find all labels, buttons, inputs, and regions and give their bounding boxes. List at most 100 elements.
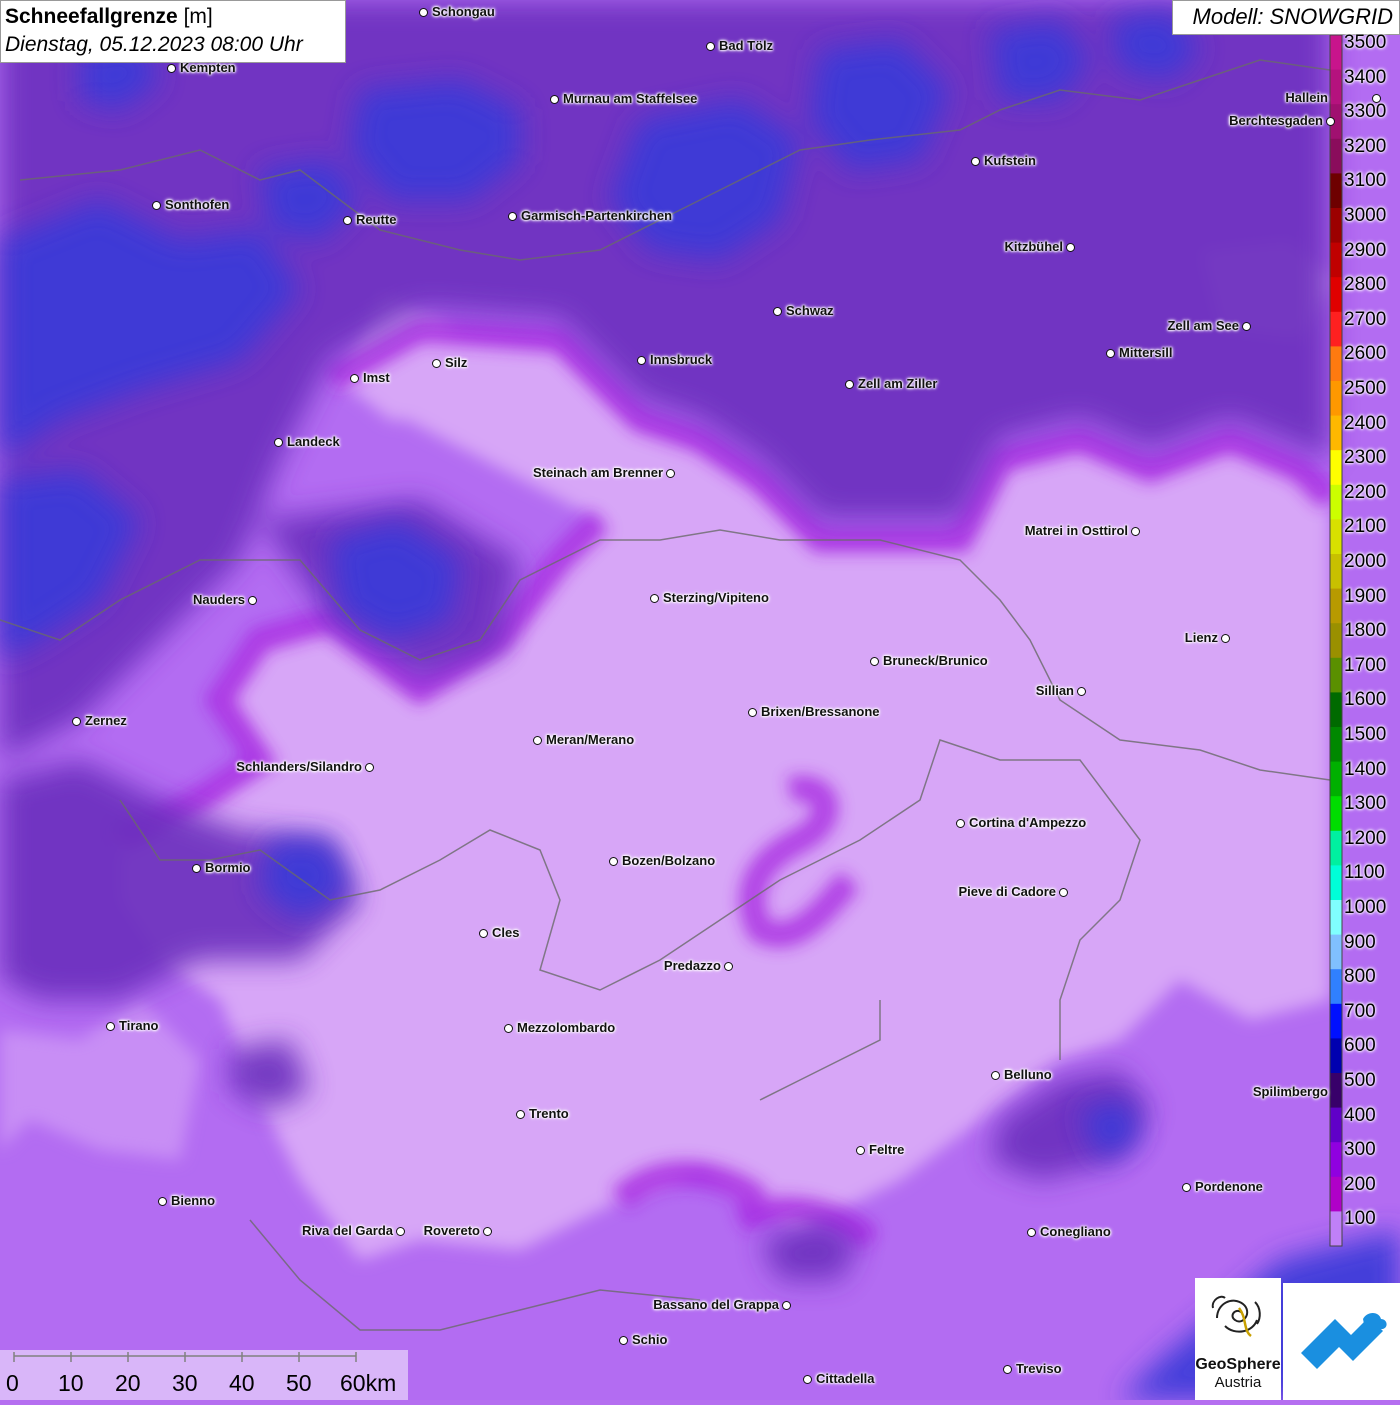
city-label: Steinach am Brenner <box>532 465 663 480</box>
legend-swatch <box>1330 865 1342 901</box>
legend-swatch <box>1330 242 1342 278</box>
city-label: Sillian <box>1035 683 1074 698</box>
legend-label: 2000 <box>1344 551 1387 572</box>
city-label: Garmisch-Partenkirchen <box>521 208 673 223</box>
city-marker <box>158 1197 167 1206</box>
legend-label: 200 <box>1344 1173 1376 1195</box>
city-marker <box>72 717 81 726</box>
legend-label: 1400 <box>1344 758 1387 780</box>
city-label: Kempten <box>180 60 236 75</box>
city-marker <box>1326 117 1335 126</box>
city-marker <box>1182 1183 1191 1192</box>
city-label: Trento <box>529 1106 569 1121</box>
legend-swatch <box>1330 277 1342 313</box>
city-label: Schongau <box>432 4 495 19</box>
city-marker <box>248 596 257 605</box>
legend-swatch <box>1330 346 1342 382</box>
city-marker <box>1221 634 1230 643</box>
legend-label: 3400 <box>1344 66 1387 88</box>
legend-label: 700 <box>1344 1000 1376 1022</box>
legend-swatch <box>1330 415 1342 451</box>
city-marker <box>343 216 352 225</box>
city-marker <box>748 708 757 717</box>
city-marker <box>773 307 782 316</box>
scale-tick: 10 <box>58 1370 84 1396</box>
city-marker <box>845 380 854 389</box>
city-marker <box>609 857 618 866</box>
legend-swatch <box>1330 900 1342 936</box>
scale-tick: 30 <box>172 1370 198 1396</box>
legend-swatch <box>1330 519 1342 555</box>
legend-label: 2500 <box>1344 378 1387 399</box>
city-label: Sonthofen <box>165 197 230 212</box>
city-marker <box>152 201 161 210</box>
city-label: Riva del Garda <box>301 1223 393 1238</box>
map-datetime: Dienstag, 05.12.2023 08:00 Uhr <box>5 33 303 56</box>
city-label: Berchtesgaden <box>1229 113 1323 128</box>
city-label: Conegliano <box>1040 1224 1111 1239</box>
city-label: Schio <box>632 1332 668 1347</box>
city-label: Belluno <box>1004 1067 1052 1082</box>
city-label: Bassano del Grappa <box>653 1297 779 1312</box>
legend-label: 2700 <box>1344 308 1387 330</box>
city-label: Spilimbergo <box>1252 1084 1328 1099</box>
city-marker <box>1372 94 1381 103</box>
legend-label: 1300 <box>1344 793 1387 815</box>
legend-swatch <box>1330 311 1342 347</box>
legend-label: 1900 <box>1344 585 1387 607</box>
legend-label: 2400 <box>1344 412 1387 434</box>
city-label: Treviso <box>1016 1361 1062 1376</box>
legend-label: 1800 <box>1344 620 1387 642</box>
city-marker <box>550 95 559 104</box>
city-label: Pieve di Cadore <box>958 884 1056 899</box>
city-marker <box>971 157 980 166</box>
logo-name: GeoSphere <box>1195 1356 1281 1373</box>
city-marker <box>1066 243 1075 252</box>
city-marker <box>274 438 283 447</box>
legend-swatch <box>1330 450 1342 486</box>
city-label: Zell am See <box>1167 318 1239 333</box>
city-label: Hallein <box>1285 90 1328 105</box>
geosphere-swirl-icon <box>1211 1295 1261 1337</box>
scale-tick: 40 <box>229 1370 255 1396</box>
legend-label: 1500 <box>1344 724 1387 745</box>
city-label: Cles <box>492 925 520 940</box>
city-marker <box>637 356 646 365</box>
map-title: Schneefallgrenze [m] <box>5 3 341 31</box>
snowgrid-logo <box>1283 1283 1400 1400</box>
title-parameter: Schneefallgrenze <box>5 5 178 28</box>
city-marker <box>167 64 176 73</box>
city-label: Zernez <box>85 713 127 728</box>
title-unit: [m] <box>183 5 213 28</box>
city-label: Lienz <box>1184 630 1218 645</box>
city-marker <box>856 1146 865 1155</box>
legend-label: 100 <box>1344 1208 1376 1230</box>
mountain-cloud-icon <box>1301 1313 1387 1369</box>
legend-swatch <box>1330 208 1342 244</box>
city-label: Mezzolombardo <box>517 1020 616 1035</box>
city-marker <box>956 819 965 828</box>
city-label: Murnau am Staffelsee <box>563 91 698 106</box>
legend-label: 2600 <box>1344 343 1387 365</box>
city-label: Cittadella <box>816 1371 875 1386</box>
legend-swatch <box>1330 830 1342 866</box>
city-marker <box>650 594 659 603</box>
legend-label: 2900 <box>1344 239 1387 261</box>
city-marker <box>1242 322 1251 331</box>
scale-tick: 20 <box>115 1370 141 1396</box>
city-label: Tirano <box>119 1018 159 1033</box>
city-marker <box>106 1022 115 1031</box>
legend-label: 3100 <box>1344 170 1387 192</box>
city-label: Kitzbühel <box>1004 239 1064 254</box>
legend-swatch <box>1330 692 1342 728</box>
city-label: Feltre <box>869 1142 905 1157</box>
city-label: Imst <box>363 370 390 385</box>
legend-swatch <box>1330 69 1342 105</box>
city-marker <box>706 42 715 51</box>
legend-label: 300 <box>1344 1139 1376 1161</box>
city-marker <box>1077 687 1086 696</box>
scale-tick: 50 <box>286 1370 312 1396</box>
legend-swatch <box>1330 934 1342 970</box>
legend-swatch <box>1330 1003 1342 1039</box>
city-marker <box>991 1071 1000 1080</box>
